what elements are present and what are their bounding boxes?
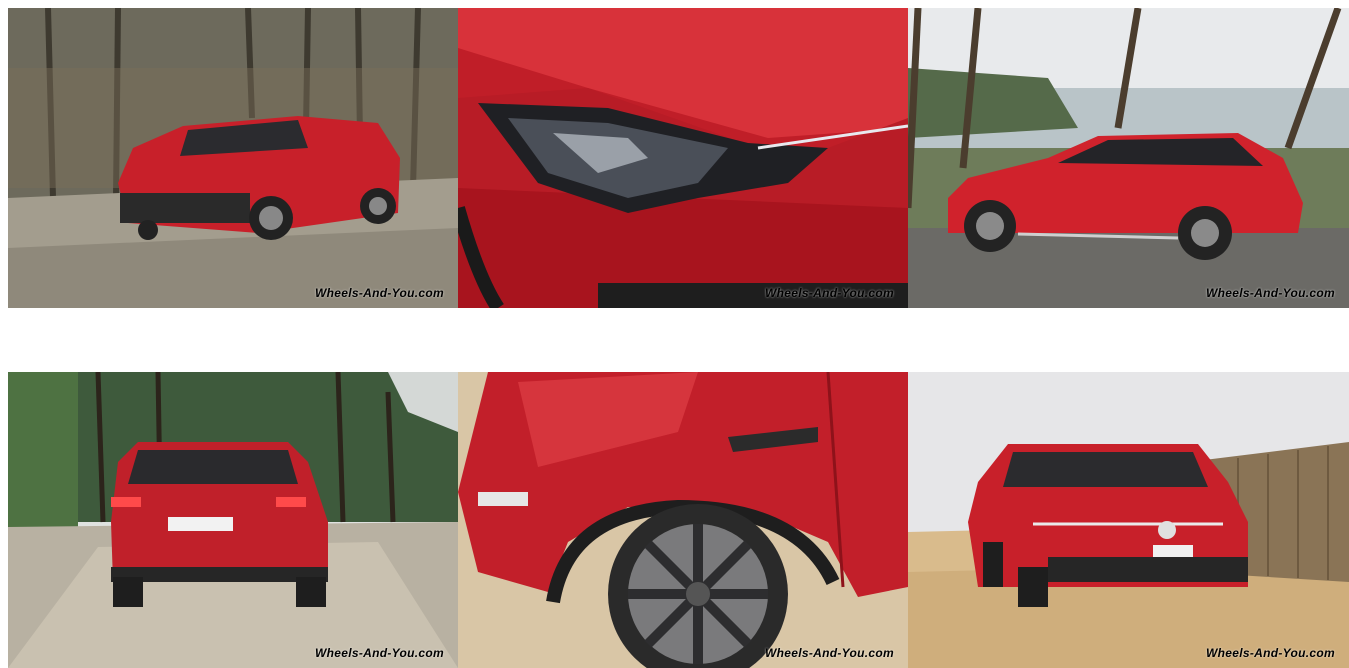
gallery-photo-4[interactable]: Wheels-And-You.com xyxy=(8,372,458,668)
photo-2-image xyxy=(458,8,908,308)
gallery-photo-5[interactable]: Wheels-And-You.com xyxy=(458,372,908,668)
photo-3-watermark: Wheels-And-You.com xyxy=(1206,286,1335,300)
gallery-photo-1[interactable]: Wheels-And-You.com xyxy=(8,8,458,308)
photo-4-image xyxy=(8,372,458,668)
photo-3-image xyxy=(908,8,1349,308)
photo-1-watermark: Wheels-And-You.com xyxy=(315,286,444,300)
photo-5-watermark: Wheels-And-You.com xyxy=(765,646,894,660)
gallery-photo-3[interactable]: Wheels-And-You.com xyxy=(908,8,1349,308)
photo-2-watermark: Wheels-And-You.com xyxy=(765,286,894,300)
photo-6-image xyxy=(908,372,1349,668)
photo-1-image xyxy=(8,8,458,308)
photo-5-image xyxy=(458,372,908,668)
photo-6-watermark: Wheels-And-You.com xyxy=(1206,646,1335,660)
gallery-photo-6[interactable]: Wheels-And-You.com xyxy=(908,372,1349,668)
gallery-photo-2[interactable]: Wheels-And-You.com xyxy=(458,8,908,308)
photo-4-watermark: Wheels-And-You.com xyxy=(315,646,444,660)
